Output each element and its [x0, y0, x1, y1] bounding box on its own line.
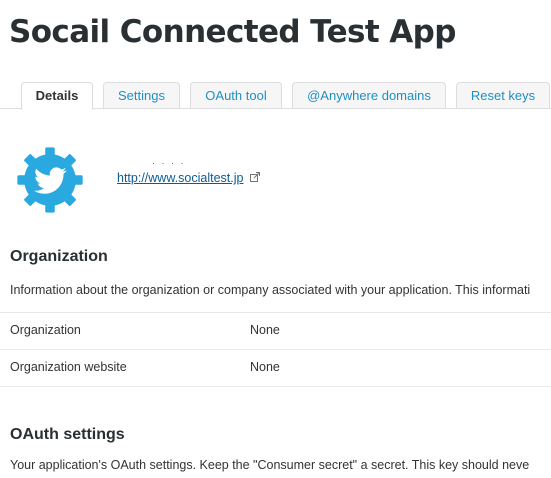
oauth-settings-heading: OAuth settings	[10, 426, 125, 443]
table-row: Organization None	[0, 312, 551, 349]
twitter-bird-gear-icon	[17, 147, 83, 213]
organization-description: Information about the organization or co…	[10, 283, 531, 297]
tab-settings[interactable]: Settings	[103, 82, 180, 108]
tab-bar: Details Settings OAuth tool @Anywhere do…	[0, 82, 551, 110]
tab-reset-keys[interactable]: Reset keys	[456, 82, 550, 108]
table-row: Organization website None	[0, 349, 551, 387]
row-value: None	[250, 323, 280, 337]
row-label: Organization	[10, 323, 81, 337]
page-title: Socail Connected Test App	[9, 14, 456, 50]
tab-anywhere-domains[interactable]: @Anywhere domains	[292, 82, 446, 108]
row-value: None	[250, 360, 280, 374]
row-label: Organization website	[10, 360, 127, 374]
organization-heading: Organization	[10, 248, 108, 265]
app-website-link[interactable]: http://www.socialtest.jp	[117, 171, 243, 185]
external-link-icon	[250, 172, 260, 182]
tab-oauth-tool[interactable]: OAuth tool	[190, 82, 282, 108]
app-name-fragment: · · · ·	[152, 158, 186, 168]
oauth-settings-description: Your application's OAuth settings. Keep …	[10, 458, 530, 472]
tab-details[interactable]: Details	[21, 82, 93, 110]
